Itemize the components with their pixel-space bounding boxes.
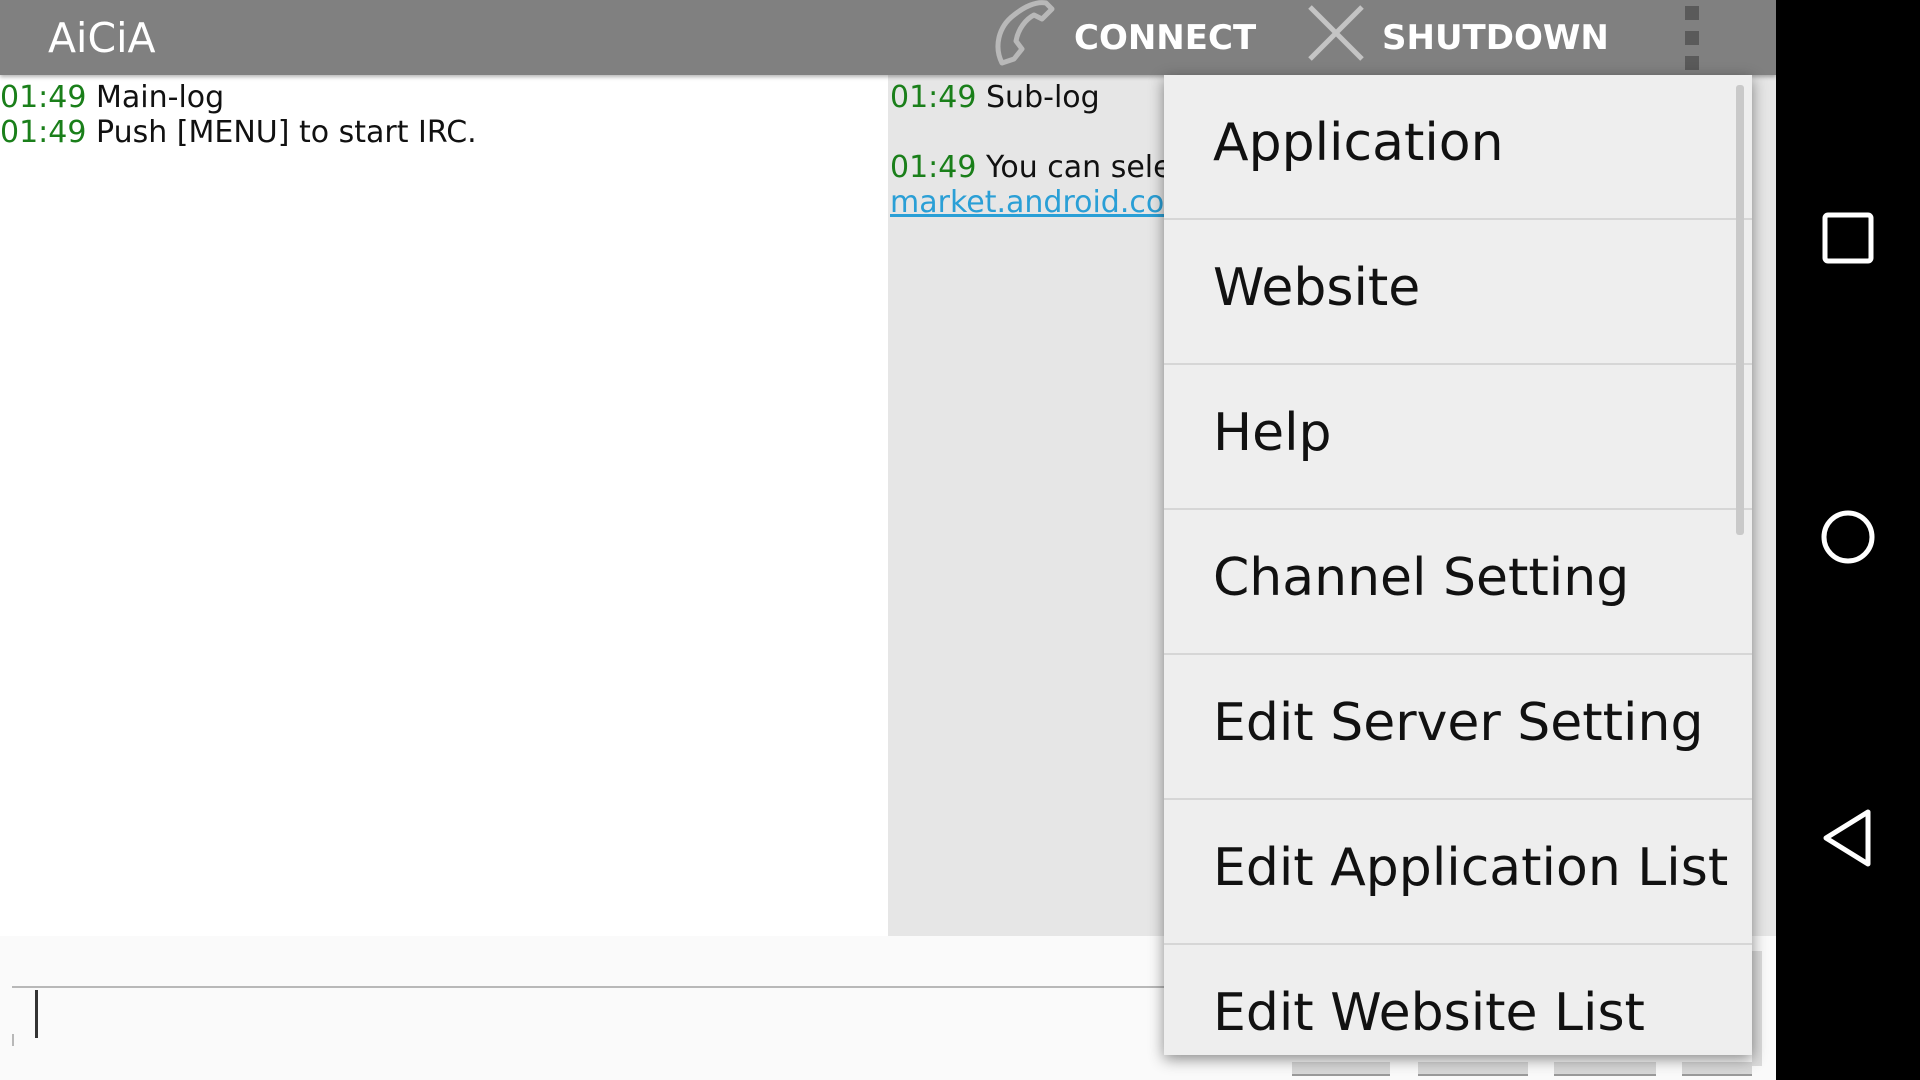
text-cursor [35,990,38,1038]
market-link[interactable]: market.android.com/ [890,185,1204,220]
log-timestamp: 01:49 [890,80,977,115]
close-icon [1304,1,1382,74]
app-title: AiCiA [48,14,156,62]
back-button[interactable] [1818,808,1878,872]
bottom-button[interactable] [1292,1062,1390,1076]
overflow-menu-button[interactable] [1680,6,1704,70]
menu-scrollbar[interactable] [1736,85,1744,535]
log-timestamp: 01:49 [0,115,87,150]
menu-item-application[interactable]: Application [1164,75,1752,220]
navigation-bar [1776,0,1920,1080]
recents-icon [1821,211,1875,269]
menu-shadow-edge [1752,951,1762,1066]
connect-label: CONNECT [1074,17,1257,58]
message-input[interactable] [12,986,1202,988]
log-timestamp: 01:49 [890,150,977,185]
phone-icon [988,0,1074,78]
menu-item-label: Edit Application List [1213,838,1729,898]
home-icon [1818,507,1878,571]
connect-button[interactable]: CONNECT [988,0,1256,75]
log-text: Push [MENU] to start IRC. [96,115,477,150]
screen: AiCiA CONNECT SHUTDOWN 01:49 Main-log 01… [0,0,1920,1080]
log-line: 01:49 Sub-log [890,80,1204,115]
menu-item-website[interactable]: Website [1164,220,1752,365]
recents-button[interactable] [1818,210,1878,270]
log-timestamp: 01:49 [0,80,87,115]
log-line: 01:49 Main-log [0,80,888,115]
action-bar: AiCiA CONNECT SHUTDOWN [0,0,1776,75]
log-text: Sub-log [986,80,1100,115]
log-line: market.android.com/ [890,185,1204,220]
menu-item-label: Channel Setting [1213,548,1630,608]
bottom-button[interactable] [1418,1062,1528,1076]
menu-item-edit-application-list[interactable]: Edit Application List [1164,800,1752,945]
menu-item-edit-server-setting[interactable]: Edit Server Setting [1164,655,1752,800]
log-text: Main-log [96,80,225,115]
shutdown-label: SHUTDOWN [1382,17,1609,58]
home-button[interactable] [1818,509,1878,569]
bottom-button[interactable] [1682,1062,1752,1076]
menu-item-label: Application [1213,113,1504,173]
menu-item-channel-setting[interactable]: Channel Setting [1164,510,1752,655]
menu-item-edit-website-list[interactable]: Edit Website List [1164,945,1752,1055]
bottom-button[interactable] [1554,1062,1656,1076]
menu-item-label: Website [1213,258,1421,318]
menu-item-label: Edit Server Setting [1213,693,1704,753]
main-log-panel[interactable]: 01:49 Main-log 01:49 Push [MENU] to star… [0,80,888,935]
back-icon [1820,808,1876,872]
log-line: 01:49 Push [MENU] to start IRC. [0,115,888,150]
input-underline-corner [12,1034,14,1046]
overflow-menu-icon [1685,6,1699,70]
overflow-popup-menu: Application Website Help Channel Setting… [1164,75,1752,1055]
log-line: 01:49 You can select [890,150,1204,185]
menu-item-help[interactable]: Help [1164,365,1752,510]
menu-item-label: Edit Website List [1213,983,1645,1043]
menu-item-label: Help [1213,403,1332,463]
shutdown-button[interactable]: SHUTDOWN [1304,0,1609,75]
